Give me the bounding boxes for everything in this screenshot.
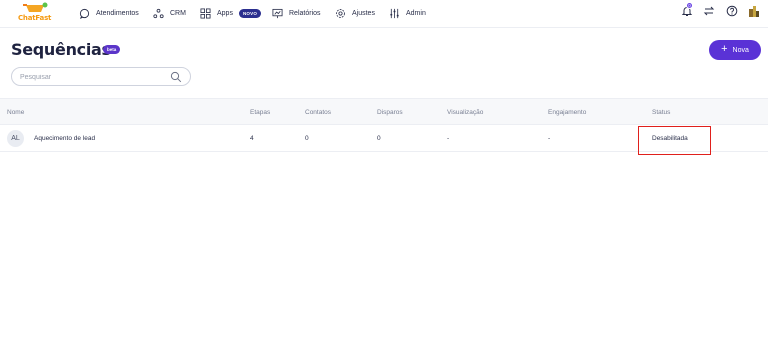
grid-icon [200,8,211,18]
status-highlight-box [638,126,711,155]
chatfast-logo[interactable]: ChatFast [18,2,54,26]
nav-atendimentos[interactable]: Atendimentos [79,5,139,21]
notification-count-badge: 0 [686,2,693,9]
user-avatar-icon[interactable] [748,5,760,17]
row-disparos: 0 [377,135,381,142]
top-navbar: ChatFast Atendimentos CRM Apps NOVO Rela… [0,0,768,28]
row-contatos: 0 [305,135,309,142]
swap-arrows-icon[interactable] [703,5,715,17]
col-nome[interactable]: Nome [7,109,24,116]
novo-badge: NOVO [238,8,262,18]
search-field[interactable] [11,67,191,86]
nav-crm[interactable]: CRM [153,5,186,21]
new-sequence-label: Nova [732,46,749,54]
col-contatos[interactable]: Contatos [305,109,331,116]
chat-bubble-icon [79,8,90,19]
new-sequence-button[interactable]: + Nova [709,40,761,60]
row-engajamento: - [548,135,551,142]
row-nome[interactable]: Aquecimento de lead [34,135,95,142]
nav-atendimentos-label: Atendimentos [96,9,139,17]
beta-badge: beta [103,45,121,54]
row-avatar: AL [7,130,24,147]
nav-apps[interactable]: Apps NOVO [200,5,262,21]
col-engajamento[interactable]: Engajamento [548,109,586,116]
nav-apps-label: Apps [217,9,233,17]
nav-relatorios[interactable]: Relatórios [272,5,321,21]
sliders-icon [390,8,399,18]
nav-relatorios-label: Relatórios [289,9,321,17]
nav-admin[interactable]: Admin [389,5,426,21]
nav-ajustes-label: Ajustes [352,9,375,17]
presentation-chart-icon [272,8,283,18]
nav-ajustes[interactable]: Ajustes [335,5,375,21]
search-icon[interactable] [170,71,182,83]
gear-icon [336,8,345,18]
help-icon[interactable] [726,5,738,17]
nav-admin-label: Admin [406,9,426,17]
crm-nodes-icon [153,8,164,18]
col-etapas[interactable]: Etapas [250,109,270,116]
row-etapas: 4 [250,135,254,142]
page-title: Sequências [11,40,111,59]
col-disparos[interactable]: Disparos [377,109,403,116]
nav-crm-label: CRM [170,9,186,17]
col-visualizacao[interactable]: Visualização [447,109,483,116]
logo-text: ChatFast [18,14,52,22]
row-visualizacao: - [447,135,450,142]
col-status[interactable]: Status [652,109,670,116]
table-header: Nome Etapas Contatos Disparos Visualizaç… [0,98,768,125]
search-input[interactable] [20,71,170,83]
plus-icon: + [721,43,728,55]
